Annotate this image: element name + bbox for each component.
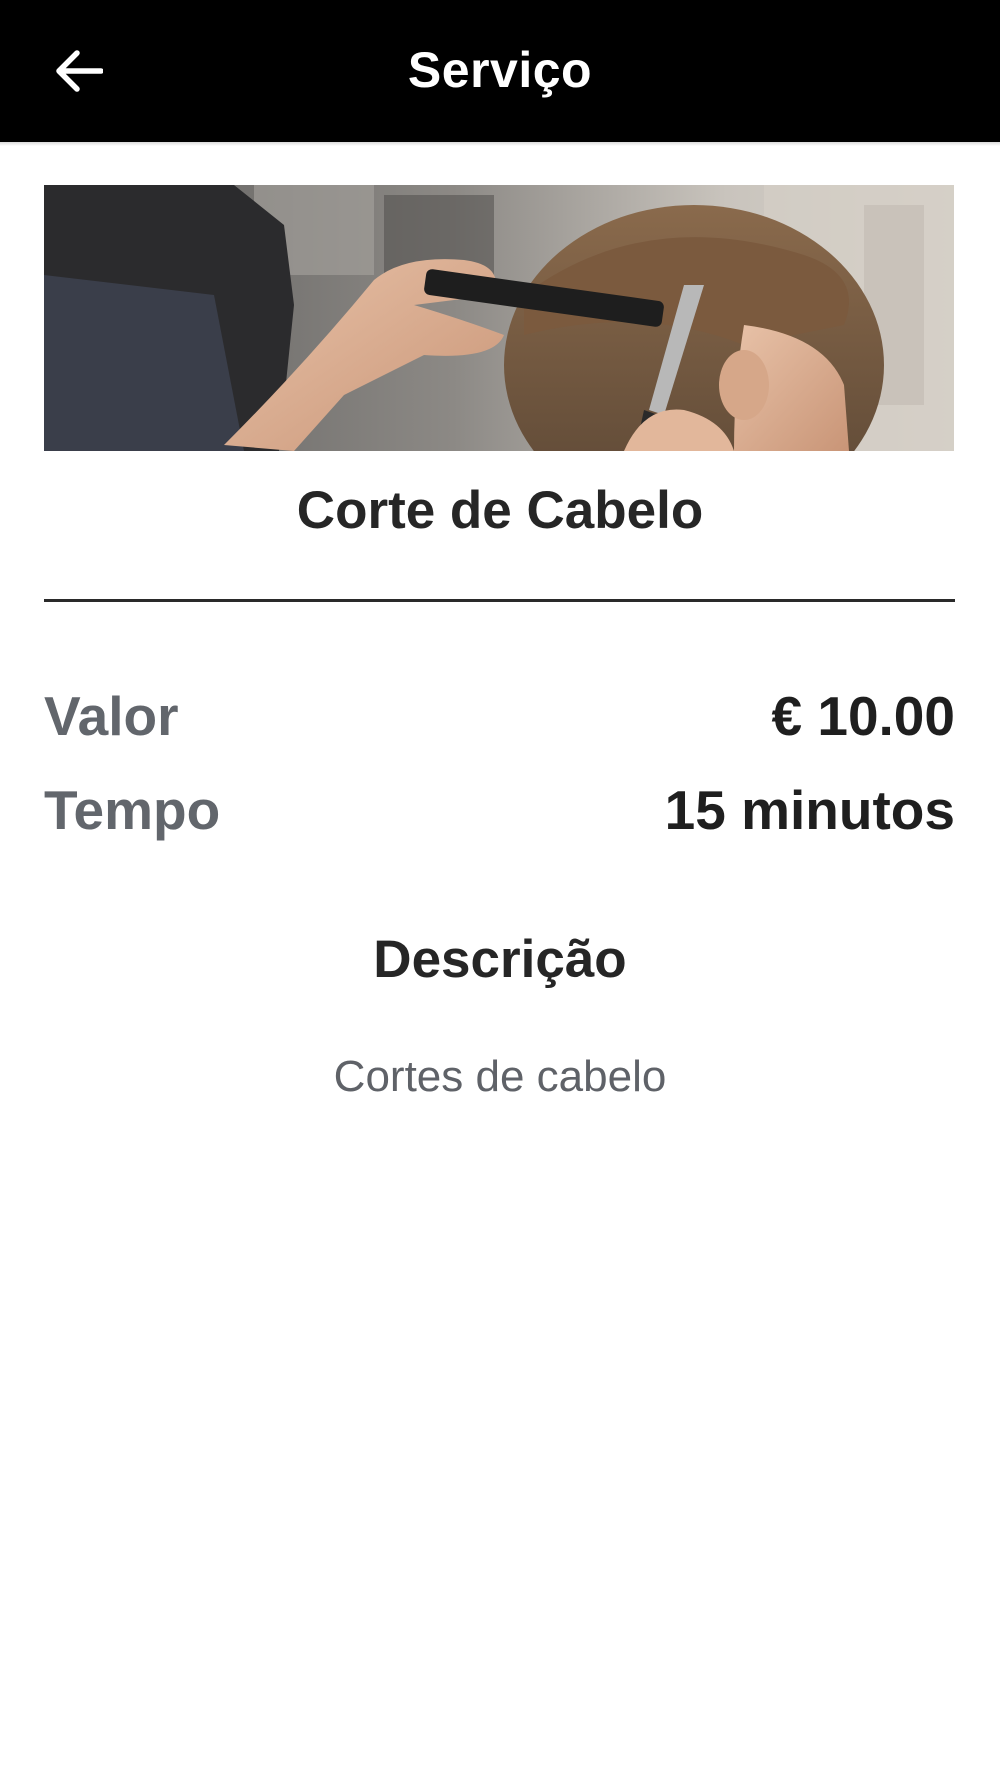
detail-row-valor: Valor € 10.00 (44, 676, 955, 756)
tempo-value: 15 minutos (664, 779, 955, 841)
valor-label: Valor (44, 685, 179, 747)
tempo-label: Tempo (44, 779, 221, 841)
service-image (44, 185, 954, 451)
page-title: Serviço (407, 42, 593, 98)
description-title: Descrição (373, 930, 627, 989)
divider (44, 599, 955, 602)
app-bar: Serviço (0, 0, 1000, 142)
description-text: Cortes de cabelo (333, 1052, 667, 1101)
detail-row-tempo: Tempo 15 minutos (44, 770, 955, 850)
app-bar-shadow (0, 142, 1000, 146)
valor-value: € 10.00 (771, 685, 955, 747)
service-name: Corte de Cabelo (296, 481, 704, 540)
